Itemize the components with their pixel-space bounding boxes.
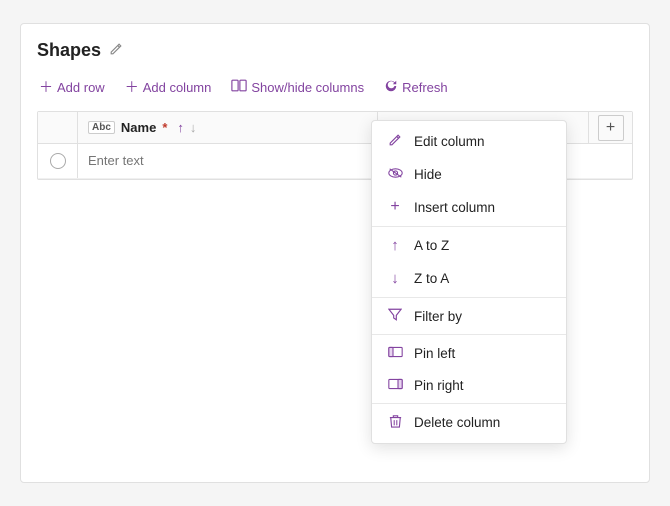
row-radio-button[interactable]: [50, 153, 66, 169]
name-cell: [78, 144, 378, 178]
sort-asc-icon: ↑: [386, 237, 404, 254]
columns-icon: [231, 79, 247, 95]
menu-item-z-to-a-label: Z to A: [414, 271, 449, 286]
add-column-header-button[interactable]: +: [598, 115, 624, 141]
menu-item-a-to-z-label: A to Z: [414, 238, 449, 253]
menu-item-z-to-a[interactable]: ↓ Z to A: [372, 262, 566, 295]
menu-item-insert-column-label: Insert column: [414, 200, 495, 215]
filter-icon: [386, 308, 404, 324]
card-header: Shapes: [37, 40, 633, 61]
menu-item-delete-column-label: Delete column: [414, 415, 500, 430]
eye-slash-icon: [386, 166, 404, 182]
refresh-button[interactable]: Refresh: [382, 75, 450, 100]
abc-badge-name: Abc: [88, 121, 115, 134]
show-hide-columns-button[interactable]: Show/hide columns: [229, 75, 366, 99]
pin-left-icon: [386, 345, 404, 361]
divider-1: [372, 226, 566, 227]
add-column-button[interactable]: ＋ Add column: [123, 73, 214, 101]
required-star: *: [162, 120, 167, 135]
main-card: Shapes ＋ Add row ＋ Add column Show/hide: [20, 23, 650, 483]
menu-item-delete-column[interactable]: Delete column: [372, 406, 566, 439]
add-row-button[interactable]: ＋ Add row: [37, 73, 107, 101]
menu-item-pin-left[interactable]: Pin left: [372, 337, 566, 369]
sort-down-icon[interactable]: ↓: [190, 120, 197, 135]
insert-icon: +: [386, 198, 404, 216]
edit-title-icon[interactable]: [109, 42, 123, 59]
sort-up-icon[interactable]: ↑: [177, 120, 184, 135]
name-col-label: Name: [121, 120, 156, 135]
pencil-icon: [386, 133, 404, 150]
menu-item-hide[interactable]: Hide: [372, 158, 566, 190]
divider-3: [372, 334, 566, 335]
divider-2: [372, 297, 566, 298]
refresh-icon: [384, 79, 398, 96]
name-input[interactable]: [88, 153, 367, 168]
divider-4: [372, 403, 566, 404]
card-title: Shapes: [37, 40, 101, 61]
trash-icon: [386, 414, 404, 431]
menu-item-insert-column[interactable]: + Insert column: [372, 190, 566, 224]
menu-item-filter-by[interactable]: Filter by: [372, 300, 566, 332]
pin-right-icon: [386, 377, 404, 393]
add-column-header-cell: +: [588, 112, 632, 143]
menu-item-filter-by-label: Filter by: [414, 309, 462, 324]
menu-item-pin-left-label: Pin left: [414, 346, 455, 361]
row-radio-cell: [38, 144, 78, 178]
name-column-header: Abc Name * ↑ ↓: [78, 112, 378, 143]
menu-item-edit-column-label: Edit column: [414, 134, 485, 149]
header-check-col: [38, 112, 78, 143]
toolbar: ＋ Add row ＋ Add column Show/hide columns…: [37, 73, 633, 101]
sort-desc-icon: ↓: [386, 270, 404, 287]
menu-item-hide-label: Hide: [414, 167, 442, 182]
menu-item-a-to-z[interactable]: ↑ A to Z: [372, 229, 566, 262]
plus-icon: ＋: [39, 77, 53, 97]
column-dropdown-menu: Edit column Hide + Insert column ↑ A to …: [371, 120, 567, 444]
plus-icon-2: ＋: [125, 77, 139, 97]
menu-item-edit-column[interactable]: Edit column: [372, 125, 566, 158]
menu-item-pin-right-label: Pin right: [414, 378, 464, 393]
menu-item-pin-right[interactable]: Pin right: [372, 369, 566, 401]
